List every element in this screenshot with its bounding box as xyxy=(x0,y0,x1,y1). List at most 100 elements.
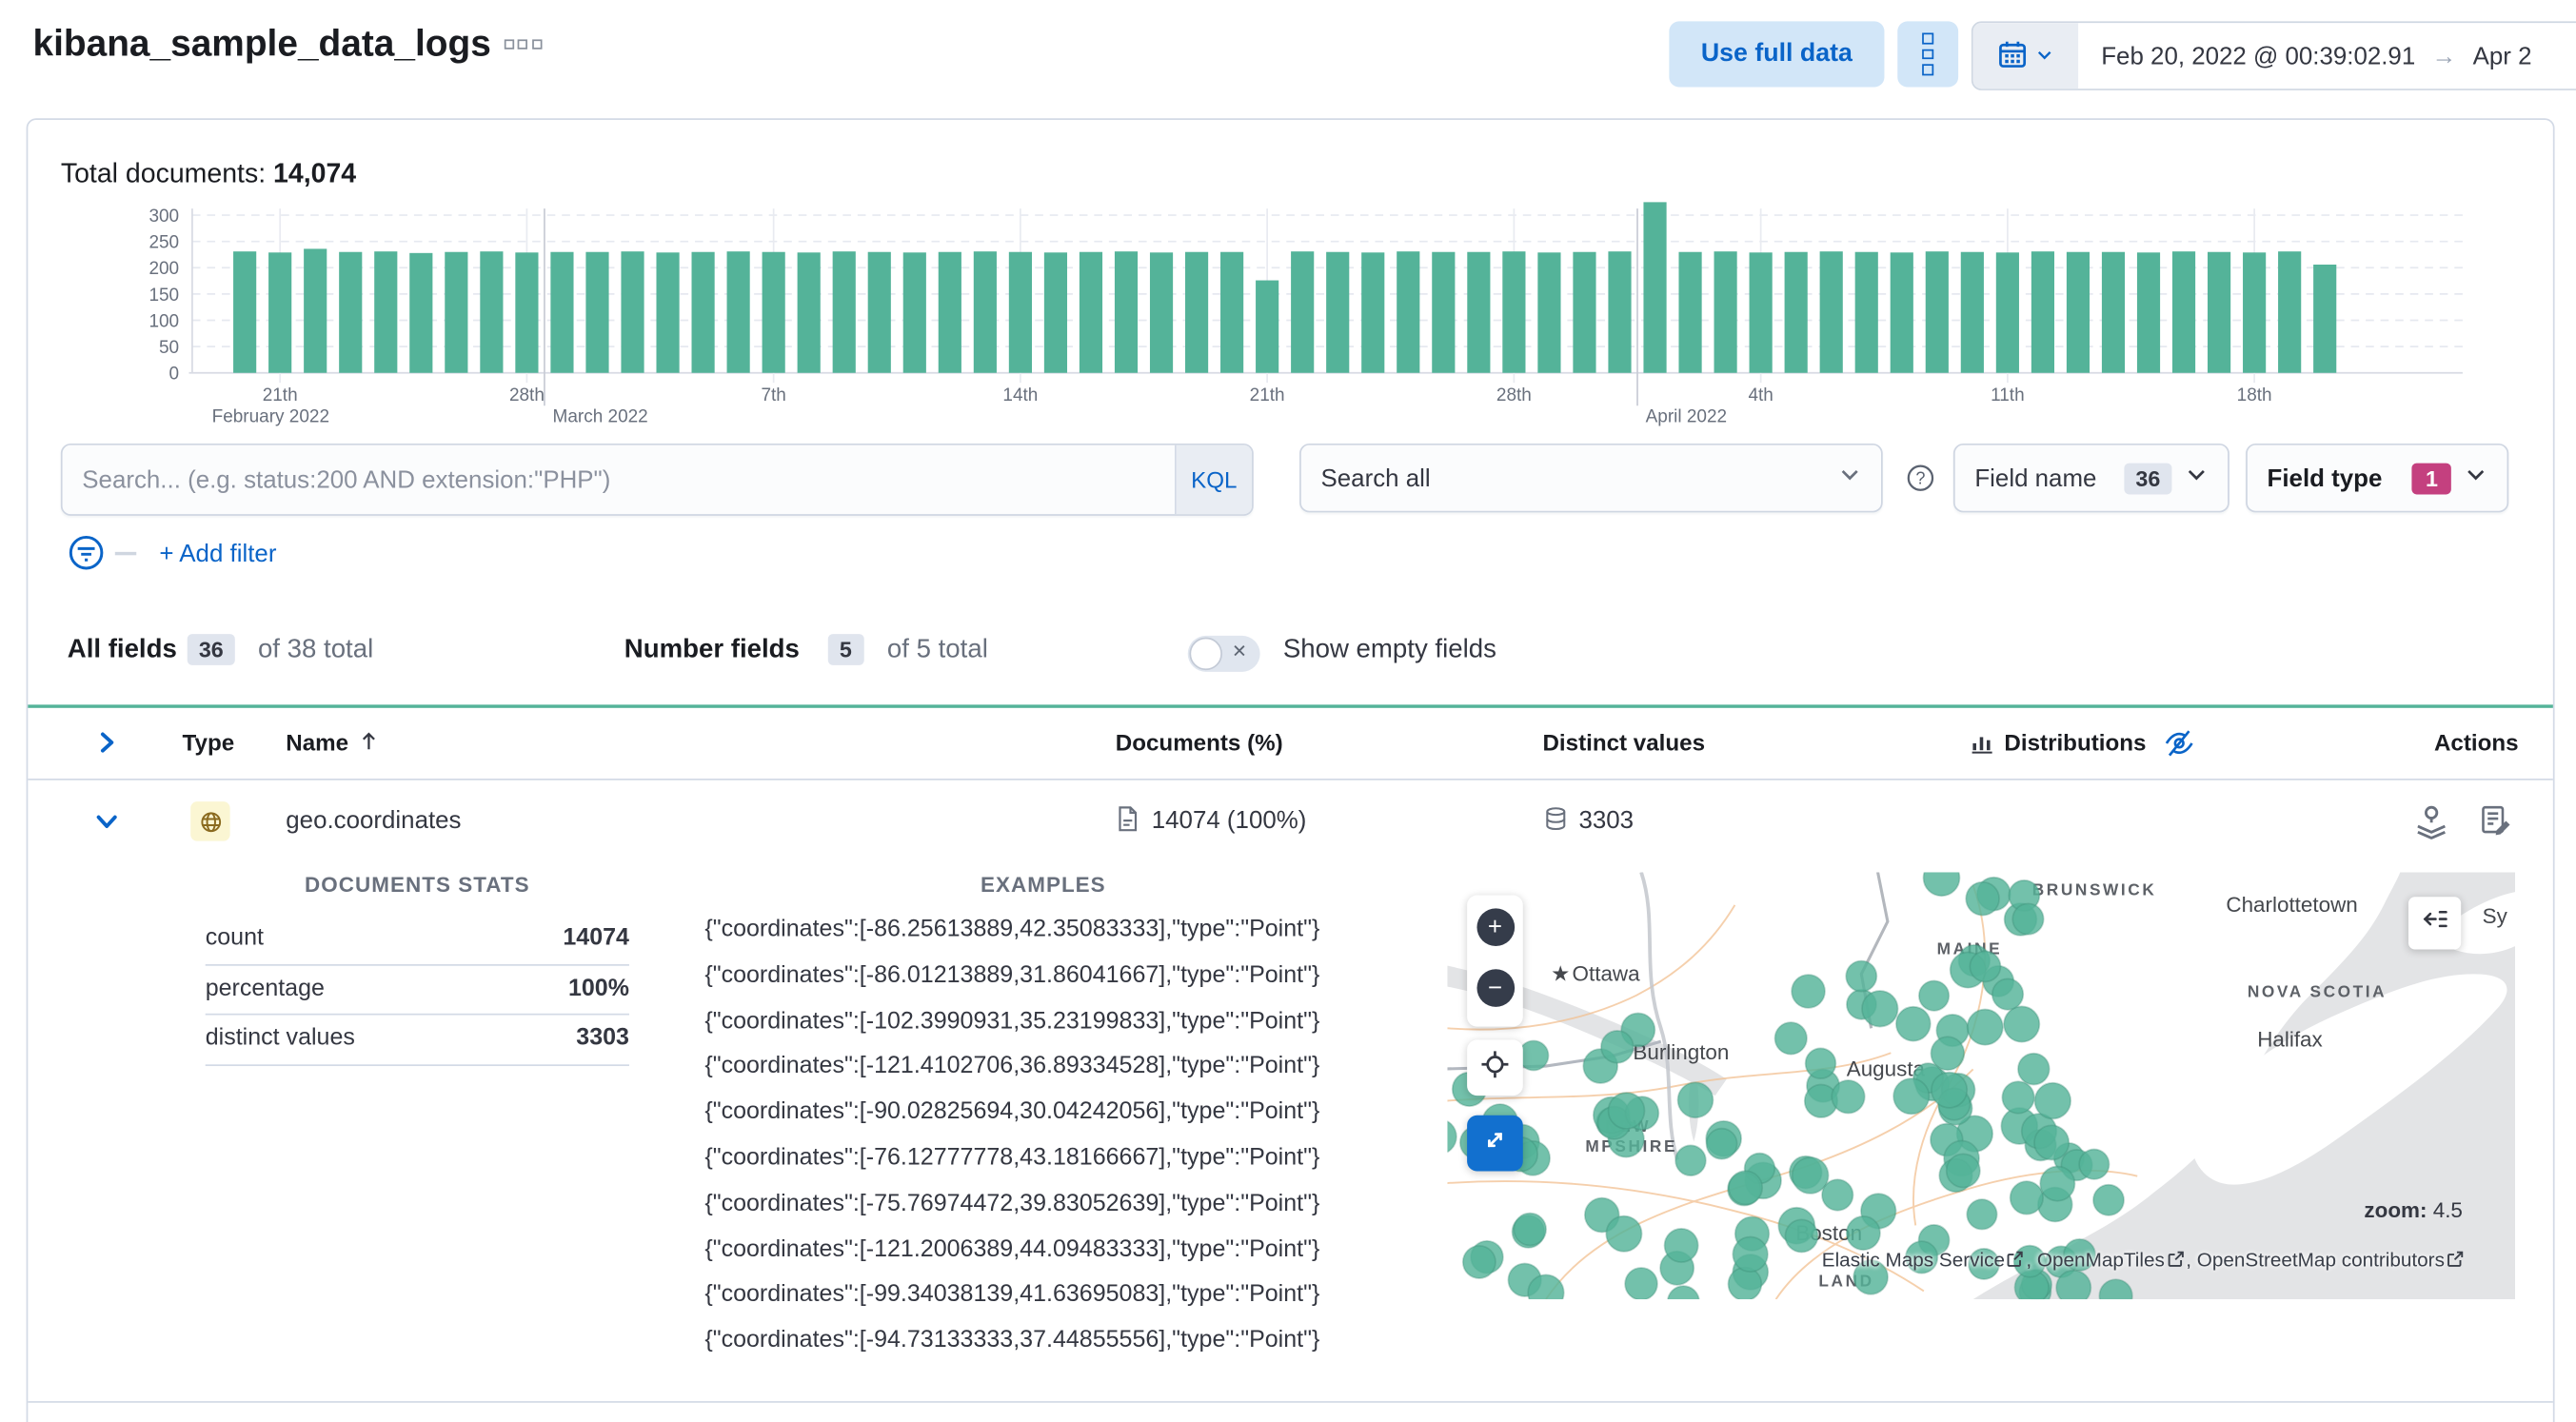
chevron-down-icon xyxy=(2185,464,2208,493)
svg-text:21th: 21th xyxy=(1250,385,1285,405)
date-range-end[interactable]: Apr 2 xyxy=(2473,42,2532,69)
column-header-type: Type xyxy=(182,729,235,756)
svg-text:100: 100 xyxy=(149,311,179,331)
column-header-distinct-values: Distinct values xyxy=(1542,729,1706,756)
stats-row: percentage 100% xyxy=(205,965,629,1016)
example-value: {"coordinates":[-102.3990931,35.23199833… xyxy=(704,1007,1320,1035)
external-link-icon xyxy=(2447,1251,2464,1267)
search-all-select[interactable]: Search all xyxy=(1299,443,1883,513)
map-zoom-out-button[interactable]: − xyxy=(1476,969,1515,1007)
add-filter-link[interactable]: + Add filter xyxy=(159,541,276,568)
map-set-view-button[interactable] xyxy=(1467,1039,1523,1096)
svg-text:200: 200 xyxy=(149,259,179,279)
filter-divider xyxy=(114,551,137,556)
documents-stats-table: count 14074 percentage 100% distinct value… xyxy=(205,915,629,1066)
example-value: {"coordinates":[-94.73133333,37.44855556… xyxy=(704,1327,1320,1354)
number-fields-count-badge: 5 xyxy=(827,634,863,665)
all-fields-label: All fields xyxy=(67,635,177,664)
svg-text:March 2022: March 2022 xyxy=(553,407,648,427)
map-attribution: Elastic Maps Service, OpenMapTiles, Open… xyxy=(1822,1249,2467,1272)
field-type-filter[interactable]: Field type 1 xyxy=(2246,443,2509,513)
show-empty-fields-toggle[interactable]: ✕ xyxy=(1187,635,1260,672)
svg-text:April 2022: April 2022 xyxy=(1646,407,1727,427)
svg-text:BRUNSWICK: BRUNSWICK xyxy=(2032,880,2157,899)
svg-text:Ottawa: Ottawa xyxy=(1573,961,1641,985)
map-zoom-indicator: zoom: 4.5 xyxy=(2364,1197,2463,1222)
chevron-down-icon xyxy=(2465,464,2487,493)
example-value: {"coordinates":[-99.34038139,41.63695083… xyxy=(704,1281,1320,1309)
collapse-row-chevron-icon[interactable] xyxy=(93,808,120,842)
field-name-value: geo.coordinates xyxy=(286,806,462,835)
table-row-geo-coordinates: geo.coordinates 14074 (100%) 3303 xyxy=(28,780,2552,862)
svg-text:11th: 11th xyxy=(1991,385,2025,405)
crosshair-icon xyxy=(1480,1049,1510,1087)
map-expand-button[interactable] xyxy=(1467,1115,1523,1172)
attribution-link[interactable]: OpenMapTiles xyxy=(2037,1249,2165,1272)
expand-icon xyxy=(1482,1126,1509,1160)
svg-text:Halifax: Halifax xyxy=(2257,1027,2323,1051)
column-header-documents: Documents (%) xyxy=(1115,729,1283,756)
svg-text:300: 300 xyxy=(149,207,179,227)
column-header-distributions: Distributions xyxy=(2004,729,2147,756)
svg-text:14th: 14th xyxy=(1002,385,1038,405)
documents-percent-value: 14074 (100%) xyxy=(1151,806,1307,835)
attribution-link[interactable]: Elastic Maps Service xyxy=(1822,1249,2005,1272)
help-icon[interactable]: ? xyxy=(1904,462,1937,503)
svg-text:21th: 21th xyxy=(263,385,298,405)
svg-text:50: 50 xyxy=(159,338,179,358)
total-documents-value: 14,074 xyxy=(273,159,357,189)
svg-text:250: 250 xyxy=(149,233,179,253)
explore-in-maps-icon[interactable] xyxy=(2413,803,2449,848)
edit-field-icon[interactable] xyxy=(2479,803,2512,844)
column-header-actions: Actions xyxy=(2433,729,2519,756)
example-value: {"coordinates":[-86.01213889,31.86041667… xyxy=(704,961,1320,989)
date-range-start[interactable]: Feb 20, 2022 @ 00:39:02.91 xyxy=(2101,42,2415,69)
kebab-menu-button[interactable] xyxy=(1897,21,1959,88)
screen: kibana_sample_data_logs Use full data Fe… xyxy=(0,0,2576,1422)
geo-points-map[interactable]: BRUNSWICKCharlottetownSyMAINE★OttawaNOVA… xyxy=(1447,872,2516,1300)
kql-language-button[interactable]: KQL xyxy=(1174,444,1253,515)
calendar-button[interactable] xyxy=(1972,23,2079,89)
example-value: {"coordinates":[-121.2006389,44.09483333… xyxy=(704,1235,1320,1263)
external-link-icon xyxy=(2008,1251,2024,1267)
field-name-count-badge: 36 xyxy=(2124,462,2172,494)
examples-list: {"coordinates":[-86.25613889,42.35083333… xyxy=(704,908,1411,1365)
svg-text:28th: 28th xyxy=(1496,385,1532,405)
map-legend-toggle-button[interactable] xyxy=(2408,897,2462,950)
chevron-down-icon xyxy=(2035,44,2053,69)
use-full-data-button[interactable]: Use full data xyxy=(1669,21,1885,88)
total-documents: Total documents: 14,074 xyxy=(60,159,357,189)
example-value: {"coordinates":[-121.4102706,36.89334528… xyxy=(704,1053,1320,1080)
distinct-values-count: 3303 xyxy=(1578,806,1635,835)
svg-text:?: ? xyxy=(1915,468,1925,487)
sort-ascending-icon[interactable] xyxy=(356,729,381,762)
date-picker[interactable]: Feb 20, 2022 @ 00:39:02.91 → Apr 2 xyxy=(1971,21,2576,90)
column-header-name[interactable]: Name xyxy=(286,729,348,756)
field-type-label: Field type xyxy=(2267,464,2383,492)
svg-text:Charlottetown: Charlottetown xyxy=(2226,893,2357,917)
examples-title: EXAMPLES xyxy=(980,872,1106,898)
all-fields-count-badge: 36 xyxy=(187,634,235,665)
filter-icon[interactable] xyxy=(68,534,106,580)
search-bar: KQL xyxy=(60,443,1254,516)
map-zoom-in-button[interactable]: + xyxy=(1476,908,1515,947)
example-value: {"coordinates":[-75.76974472,39.83052639… xyxy=(704,1190,1320,1217)
number-fields-label: Number fields xyxy=(624,635,800,664)
document-icon xyxy=(1116,805,1140,841)
calendar-icon xyxy=(1998,39,2028,73)
eye-slash-icon[interactable] xyxy=(2164,728,2195,767)
show-empty-fields-label: Show empty fields xyxy=(1282,635,1496,664)
field-name-filter[interactable]: Field name 36 xyxy=(1952,443,2229,513)
search-input[interactable] xyxy=(62,444,1175,515)
number-fields-total: of 5 total xyxy=(886,635,988,664)
svg-text:4th: 4th xyxy=(1748,385,1773,405)
index-options-icon[interactable] xyxy=(504,30,546,59)
expand-all-chevron-icon[interactable] xyxy=(93,729,120,763)
table-header-row: Type Name Documents (%) Distinct values … xyxy=(28,708,2553,780)
toggle-off-icon: ✕ xyxy=(1231,642,1247,662)
field-type-count-badge: 1 xyxy=(2412,462,2451,494)
row-bottom-border xyxy=(28,1401,2553,1403)
map-zoom-control: + − xyxy=(1467,895,1523,1027)
attribution-link[interactable]: OpenStreetMap contributors xyxy=(2197,1249,2445,1272)
svg-text:NOVA SCOTIA: NOVA SCOTIA xyxy=(2248,982,2387,1001)
